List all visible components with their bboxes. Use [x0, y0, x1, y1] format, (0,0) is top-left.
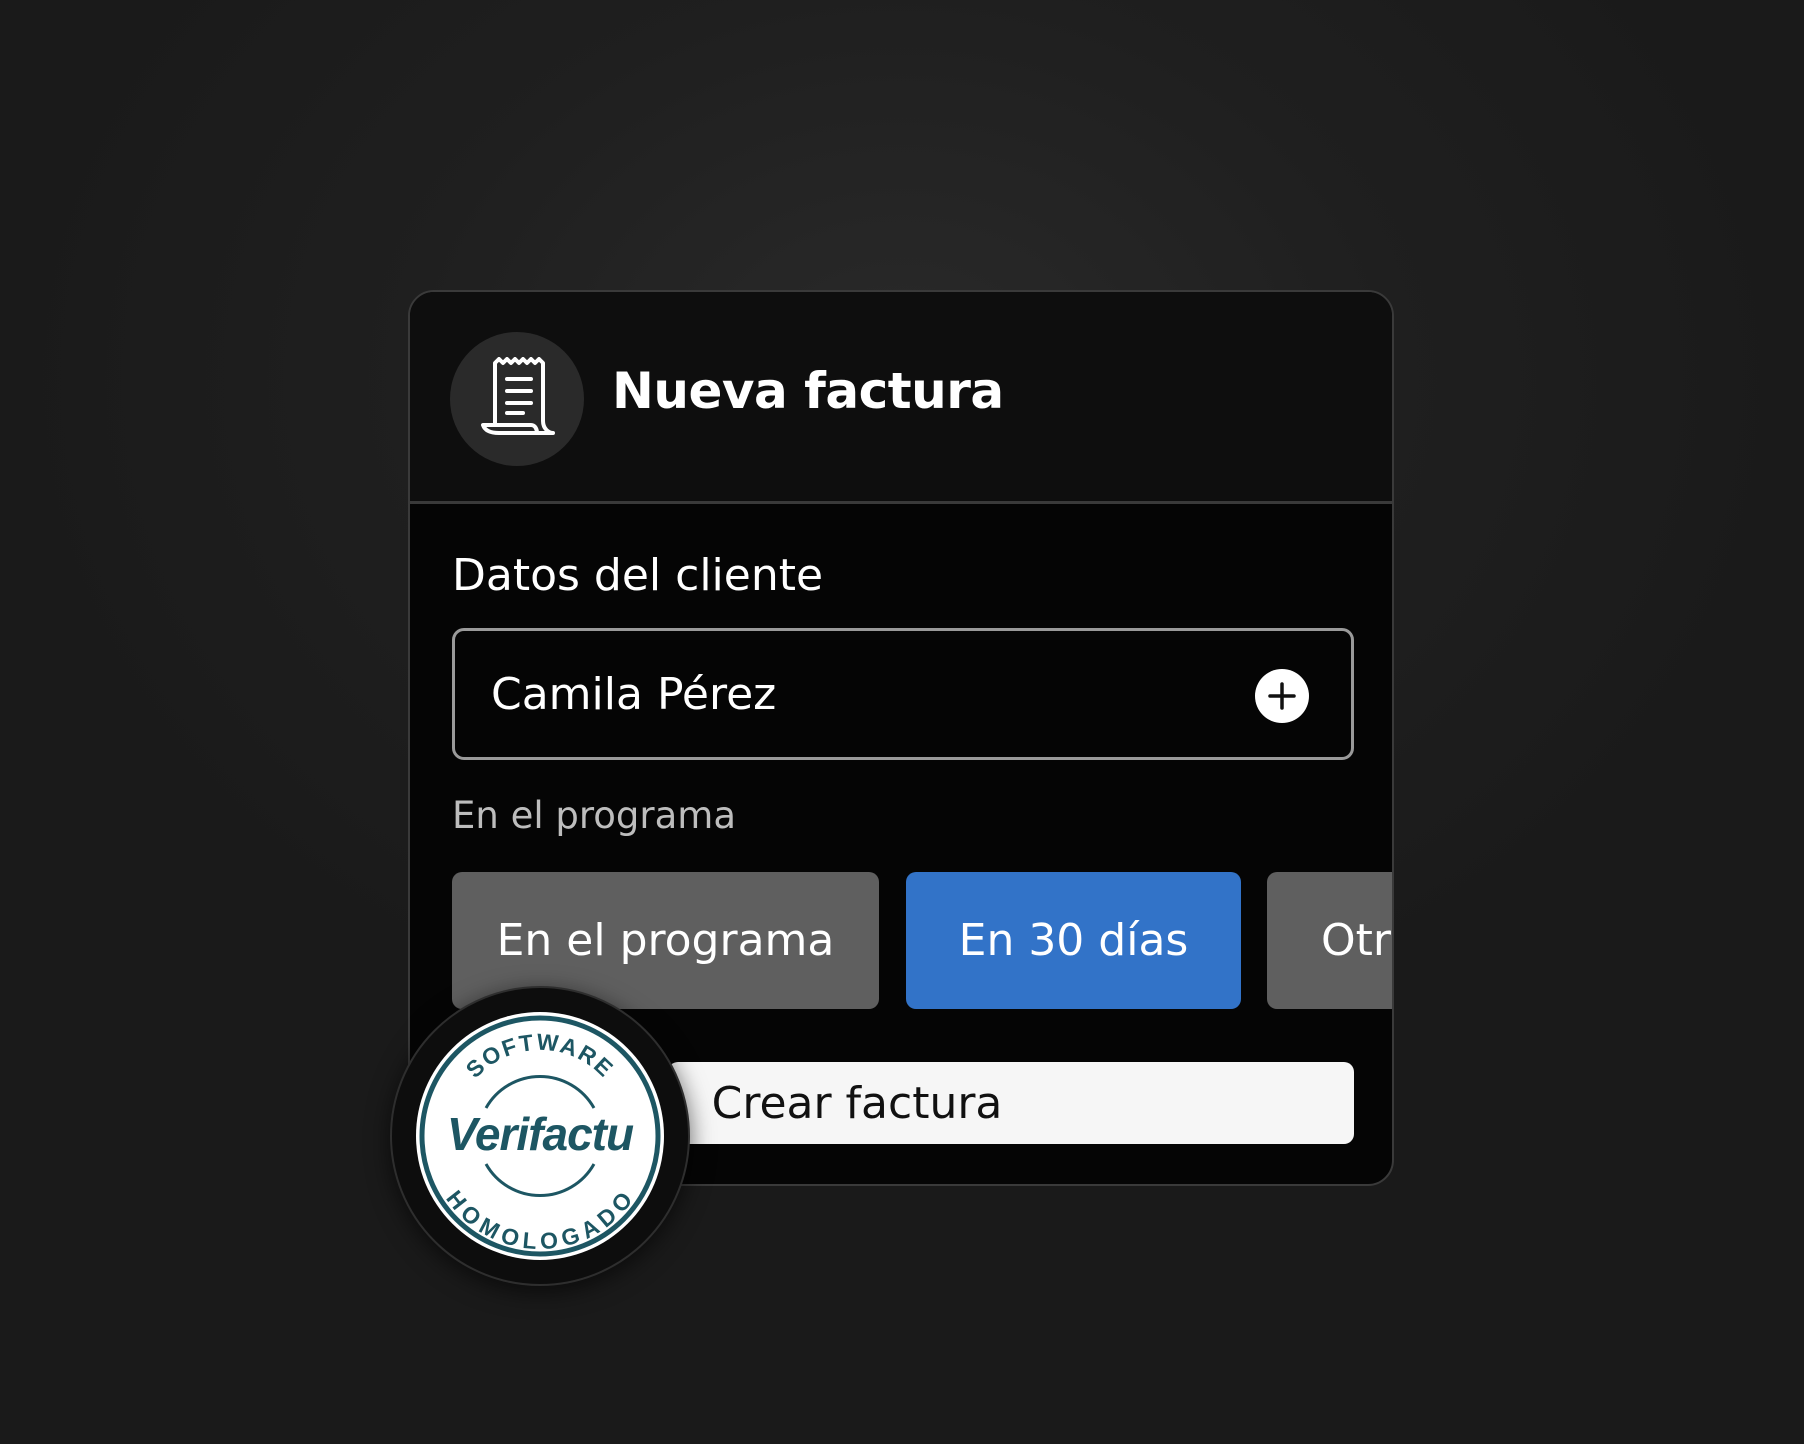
create-invoice-label: Crear factura	[711, 1077, 1003, 1129]
receipt-icon	[481, 357, 555, 435]
client-section-label: Datos del cliente	[452, 550, 824, 601]
plus-circle-icon	[1268, 682, 1296, 710]
client-name-value: Camila Pérez	[491, 669, 777, 720]
seal-center-text: Verifactu	[447, 1108, 634, 1160]
option-en-30-dias[interactable]: En 30 días	[906, 872, 1241, 1009]
card-header: Nueva factura	[410, 292, 1392, 504]
seal-graphic: SOFTWARE Verifactu HOMOLOGADO	[416, 1012, 664, 1260]
payment-terms-label: En el programa	[452, 794, 737, 837]
verifactu-seal: SOFTWARE Verifactu HOMOLOGADO	[390, 986, 690, 1286]
create-invoice-button[interactable]: Crear factura	[668, 1062, 1354, 1144]
client-field[interactable]: Camila Pérez	[452, 628, 1354, 760]
page-title: Nueva factura	[612, 362, 1004, 420]
header-icon-badge	[450, 332, 584, 466]
add-client-button[interactable]	[1255, 669, 1309, 723]
option-otro[interactable]: Otro	[1267, 872, 1392, 1009]
